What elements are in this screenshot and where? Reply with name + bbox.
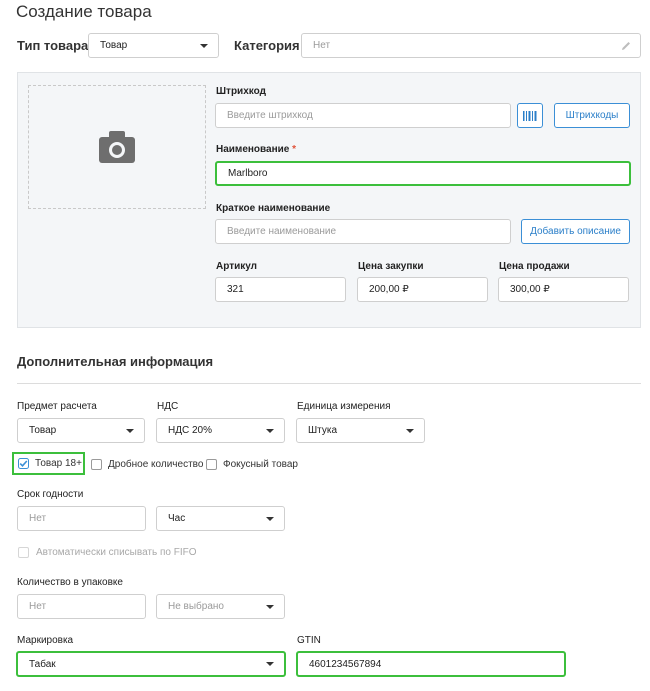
sale-price-input[interactable]: 300,00 ₽ — [498, 277, 629, 302]
product-type-select[interactable]: Товар — [88, 33, 219, 58]
category-label: Категория — [234, 38, 300, 53]
adult-checkbox[interactable]: Товар 18+ — [18, 458, 82, 469]
package-qty-label: Количество в упаковке — [17, 577, 123, 588]
chevron-down-icon — [266, 428, 274, 433]
pencil-icon[interactable] — [620, 40, 632, 52]
vat-select[interactable]: НДС 20% — [156, 418, 285, 443]
gtin-label: GTIN — [297, 635, 321, 646]
shelf-life-unit-select[interactable]: Час — [156, 506, 285, 531]
barcodes-button[interactable]: Штрихкоды — [554, 103, 630, 128]
page-title: Создание товара — [16, 2, 152, 21]
vat-label: НДС — [157, 401, 179, 412]
shelf-life-label: Срок годности — [17, 489, 84, 500]
chevron-down-icon — [406, 428, 414, 433]
chevron-down-icon — [200, 43, 208, 48]
package-unit-select[interactable]: Не выбрано — [156, 594, 285, 619]
chevron-down-icon — [126, 428, 134, 433]
payment-subject-select[interactable]: Товар — [17, 418, 145, 443]
marking-label: Маркировка — [17, 635, 74, 646]
name-label: Наименование * — [216, 144, 297, 155]
purchase-price-input[interactable]: 200,00 ₽ — [357, 277, 488, 302]
category-field[interactable]: Нет — [301, 33, 641, 58]
camera-icon — [99, 131, 135, 163]
article-label: Артикул — [216, 261, 258, 272]
package-qty-input[interactable]: Нет — [17, 594, 146, 619]
barcode-icon — [523, 110, 537, 121]
chevron-down-icon — [266, 662, 274, 666]
fractional-checkbox[interactable]: Дробное количество — [91, 459, 203, 470]
unit-select[interactable]: Штука — [296, 418, 425, 443]
payment-subject-label: Предмет расчета — [17, 401, 97, 412]
product-type-label: Тип товара — [17, 38, 89, 53]
shelf-life-input[interactable]: Нет — [17, 506, 146, 531]
additional-info-title: Дополнительная информация — [17, 354, 214, 369]
barcode-input[interactable]: Введите штрихкод — [215, 103, 511, 128]
short-name-input[interactable]: Введите наименование — [215, 219, 511, 244]
purchase-price-label: Цена закупки — [358, 261, 424, 272]
article-input[interactable]: 321 — [215, 277, 346, 302]
checkbox-icon — [206, 459, 217, 470]
short-name-label: Краткое наименование — [216, 203, 331, 214]
gtin-input[interactable]: 4601234567894 — [296, 651, 566, 677]
barcode-label: Штрихкод — [216, 86, 266, 97]
name-input[interactable]: Marlboro — [215, 161, 631, 186]
chevron-down-icon — [266, 604, 274, 609]
fifo-checkbox[interactable]: Автоматически списывать по FIFO — [18, 547, 197, 558]
checkbox-checked-icon — [18, 458, 29, 469]
unit-label: Единица измерения — [297, 401, 391, 412]
marking-select[interactable]: Табак — [16, 651, 286, 677]
section-divider — [17, 383, 641, 384]
focus-checkbox[interactable]: Фокусный товар — [206, 459, 298, 470]
sale-price-label: Цена продажи — [499, 261, 570, 272]
add-description-button[interactable]: Добавить описание — [521, 219, 630, 244]
scan-barcode-button[interactable] — [517, 103, 543, 128]
chevron-down-icon — [266, 516, 274, 521]
checkbox-icon — [18, 547, 29, 558]
checkbox-icon — [91, 459, 102, 470]
